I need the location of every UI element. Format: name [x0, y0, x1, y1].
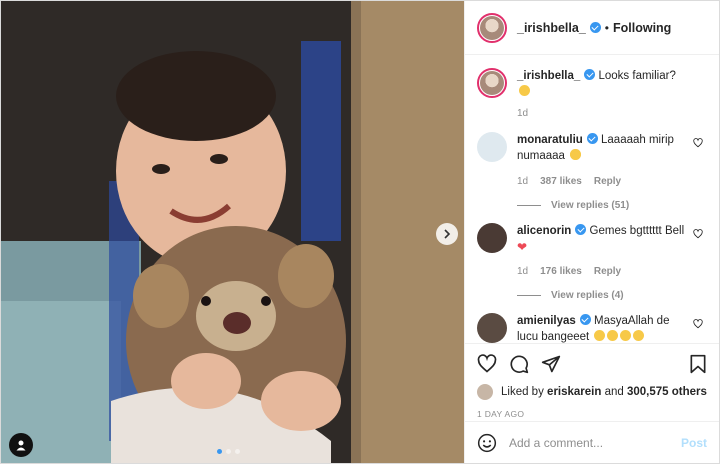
share-icon: [541, 355, 561, 373]
chevron-right-icon: [444, 229, 451, 239]
comment-input[interactable]: [509, 435, 681, 450]
heart-icon: [477, 354, 497, 373]
post-photo[interactable]: [1, 1, 464, 463]
carousel-dot-active: [217, 449, 222, 454]
user-tag-icon: [16, 440, 26, 451]
caption-text: Looks familiar?: [598, 70, 676, 82]
laughing-emoji-icon: [620, 330, 632, 341]
heart-eyes-emoji-icon: [570, 149, 582, 160]
share-button[interactable]: [541, 354, 561, 374]
add-comment-bar: Post: [465, 421, 719, 463]
baby-with-teddy-bear-image: [1, 1, 464, 463]
reply-button[interactable]: Reply: [594, 174, 621, 190]
likes-conj: and: [604, 386, 624, 398]
view-replies-label: View replies (4): [551, 290, 624, 301]
laughing-emoji-icon: [633, 330, 645, 341]
grin-emoji-icon: [519, 85, 530, 96]
liker-avatar[interactable]: [477, 384, 493, 400]
post-comment-button[interactable]: Post: [681, 436, 707, 450]
verified-icon: [579, 314, 591, 325]
comment-likes[interactable]: 176 likes: [540, 264, 582, 280]
comment-time[interactable]: 1d: [517, 174, 528, 190]
view-replies-button[interactable]: View replies (51): [517, 200, 707, 211]
list-item: monaratuliu Laaaaah mirip numaaaa 1d 387…: [477, 132, 707, 190]
comment-username[interactable]: alicenorin: [517, 225, 571, 237]
like-comment-heart-icon[interactable]: [693, 229, 703, 239]
caption-avatar[interactable]: [477, 68, 507, 98]
replies-divider: [517, 295, 541, 296]
comment-button[interactable]: [509, 354, 529, 374]
view-replies-label: View replies (51): [551, 200, 630, 211]
save-button[interactable]: [689, 354, 707, 374]
like-comment-heart-icon[interactable]: [693, 138, 703, 148]
bookmark-icon: [690, 354, 706, 374]
user-tag-button[interactable]: [9, 433, 33, 457]
following-button[interactable]: Following: [613, 21, 671, 35]
verified-icon: [584, 69, 596, 80]
comment-time[interactable]: 1d: [517, 264, 528, 280]
verified-icon: [575, 224, 587, 235]
caption-time[interactable]: 1d: [517, 106, 528, 122]
avatar[interactable]: [477, 132, 507, 162]
comment-text: Gemes bgtttttt Bell: [589, 225, 685, 237]
avatar[interactable]: [477, 313, 507, 343]
caption-username[interactable]: _irishbella_: [517, 70, 580, 82]
header-separator: •: [604, 20, 609, 35]
header-username[interactable]: _irishbella_: [517, 21, 586, 35]
post-actions: Liked by eriskarein and 300,575 others 1…: [465, 343, 719, 419]
laughing-emoji-icon: [594, 330, 606, 341]
post-details-panel: _irishbella_ • Following _irishbella_ Lo…: [464, 1, 719, 463]
avatar[interactable]: [477, 223, 507, 253]
verified-icon: [589, 22, 601, 33]
like-comment-heart-icon[interactable]: [693, 319, 703, 329]
reply-button[interactable]: Reply: [594, 264, 621, 280]
laughing-emoji-icon: [607, 330, 619, 341]
liker-username[interactable]: eriskarein: [547, 386, 601, 398]
carousel-indicator: [217, 449, 240, 454]
next-slide-button[interactable]: [436, 223, 458, 245]
view-replies-button[interactable]: View replies (4): [517, 290, 707, 301]
list-item: amienilyas MasyaAllah de lucu bangeeet: [477, 313, 707, 343]
comment-username[interactable]: amienilyas: [517, 315, 576, 327]
comment-username[interactable]: monaratuliu: [517, 134, 583, 146]
comment-icon: [510, 355, 529, 374]
avatar[interactable]: [477, 12, 507, 43]
carousel-dot: [226, 449, 231, 454]
list-item: alicenorin Gemes bgtttttt Bell ❤ 1d 176 …: [477, 223, 707, 280]
replies-divider: [517, 205, 541, 206]
like-button[interactable]: [477, 354, 497, 374]
post-modal: _irishbella_ • Following _irishbella_ Lo…: [0, 0, 720, 464]
comments-list[interactable]: _irishbella_ Looks familiar? 1d monaratu…: [465, 56, 719, 343]
verified-icon: [586, 133, 598, 144]
emoji-icon[interactable]: [477, 433, 497, 453]
post-header: _irishbella_ • Following: [465, 1, 719, 55]
comment-likes[interactable]: 387 likes: [540, 174, 582, 190]
caption: _irishbella_ Looks familiar? 1d: [477, 68, 707, 122]
red-heart-emoji-icon: ❤: [517, 240, 528, 254]
likes-summary[interactable]: Liked by eriskarein and 300,575 others: [477, 384, 707, 400]
likes-prefix: Liked by: [501, 386, 544, 398]
post-timestamp[interactable]: 1 DAY AGO: [477, 409, 707, 419]
likes-count[interactable]: 300,575 others: [627, 386, 707, 398]
carousel-dot: [235, 449, 240, 454]
